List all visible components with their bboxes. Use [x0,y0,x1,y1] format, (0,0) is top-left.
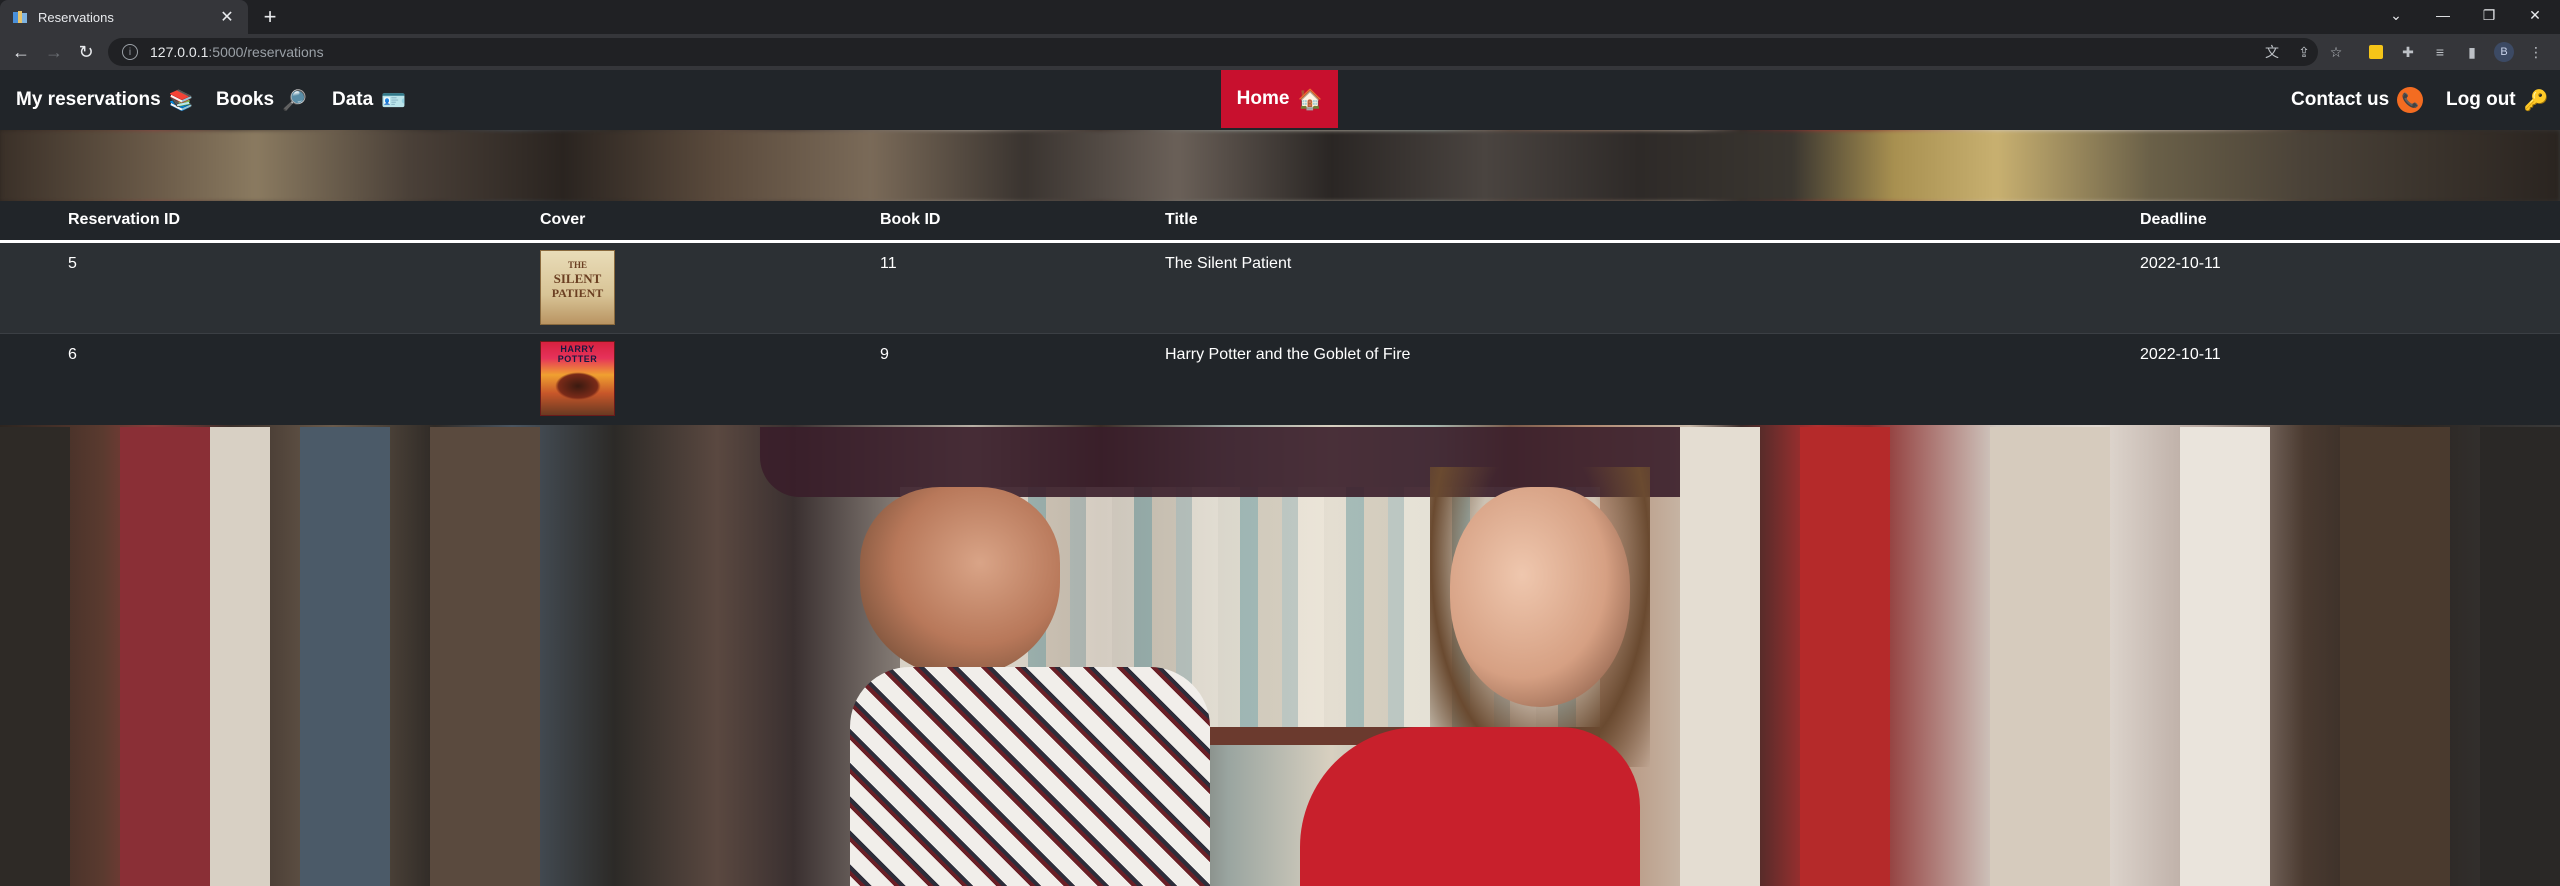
site-info-icon[interactable]: i [122,44,138,60]
foreground-book-image [430,427,540,886]
nav-books-label: Books [216,89,275,110]
minimize-window-button[interactable]: — [2420,0,2466,30]
magnifier-icon: 🔎 [282,89,307,112]
browser-toolbar: ← → ↻ i 127.0.0.1:5000/reservations 文 ⇪ … [0,34,2560,70]
foreground-book-image [2480,427,2560,886]
phone-icon: 📞 [2397,87,2424,113]
forward-arrow-icon[interactable]: → [40,38,68,66]
url-path: :5000/reservations [208,44,324,60]
foreground-book-image [0,427,70,886]
tab-search-chevron-down-icon[interactable]: ⌄ [2373,0,2419,30]
tab-title: Reservations [38,9,114,25]
cell-cover: THE SILENT PATIENT [540,241,880,333]
cell-book-id: 9 [880,332,1165,425]
close-window-button[interactable]: ✕ [2512,0,2558,30]
foreground-book-image [1990,427,2110,886]
nav-log-out-label: Log out [2446,89,2516,110]
book-cover-image: HARRY POTTER [540,340,615,416]
profile-avatar[interactable]: B [2494,42,2514,62]
man-face-image [860,487,1060,677]
cell-book-id: 11 [880,254,897,272]
share-icon[interactable]: ⇪ [2294,42,2314,62]
close-tab-icon[interactable]: ✕ [218,8,236,26]
nav-data[interactable]: Data 🪪 [332,70,406,130]
cell-deadline: 2022-10-11 [2140,332,2560,425]
foreground-book-image [2180,427,2270,886]
foreground-book-image [120,427,210,886]
reading-list-icon[interactable]: ≡ [2430,42,2450,62]
books-stack-icon: 📚 [168,89,194,112]
back-arrow-icon[interactable]: ← [7,38,35,66]
nav-books[interactable]: Books 🔎 [216,70,307,130]
nav-contact-us[interactable]: Contact us 📞 [2291,70,2424,130]
woman-shirt-image [1300,727,1640,886]
address-bar[interactable]: i 127.0.0.1:5000/reservations [108,38,2318,66]
table-row: 6 HARRY POTTER 9 Harry Potter and the Go… [0,332,2560,425]
extension-badge-icon[interactable] [2366,42,2386,62]
header-title: Title [1165,201,2140,243]
nav-home[interactable]: Home 🏠 [1221,70,1338,128]
browser-tabstrip: Reservations ✕ + ⌄ — ❐ ✕ [0,0,2560,34]
nav-contact-us-label: Contact us [2291,89,2390,110]
books-favicon-icon [12,9,28,25]
table-row: 5 THE SILENT PATIENT 11 The Silent Patie… [0,241,2560,333]
browser-menu-icon[interactable]: ⋮ [2526,42,2546,62]
extensions-puzzle-icon[interactable]: ✚ [2398,42,2418,62]
hero-background-photo [0,427,2560,886]
id-card-icon: 🪪 [381,89,407,112]
reservations-table-container: Reservation ID Cover Book ID Title Deadl… [0,201,2560,425]
foreground-book-image [300,427,390,886]
foreground-book-image [1680,427,1760,886]
nav-home-label: Home [1236,88,1290,109]
translate-icon[interactable]: 文 [2262,42,2282,62]
table-header-row: Reservation ID Cover Book ID Title Deadl… [0,201,2560,243]
cell-reservation-id: 6 [0,332,540,425]
book-cover-image: THE SILENT PATIENT [540,249,615,325]
cell-title: The Silent Patient [1165,254,1292,272]
nav-my-reservations[interactable]: My reservations 📚 [16,70,194,130]
foreground-book-image [2340,427,2450,886]
foreground-book-image [1800,427,1890,886]
man-shirt-image [850,667,1210,886]
nav-log-out[interactable]: Log out 🔑 [2446,70,2549,130]
nav-my-reservations-label: My reservations [16,89,161,110]
page-viewport: My reservations 📚 Books 🔎 Data 🪪 Home 🏠 … [0,70,2560,886]
new-tab-button[interactable]: + [258,4,282,29]
browser-tab[interactable]: Reservations ✕ [0,0,248,34]
header-deadline: Deadline [2140,201,2560,243]
header-reservation-id: Reservation ID [0,201,540,243]
foreground-book-image [210,427,270,886]
restore-window-button[interactable]: ❐ [2466,0,2512,30]
cell-deadline: 2022-10-11 [2140,254,2221,272]
nav-data-label: Data [332,89,374,110]
main-navbar: My reservations 📚 Books 🔎 Data 🪪 Home 🏠 … [0,70,2560,130]
header-book-id: Book ID [880,201,1165,243]
cell-reservation-id: 5 [68,254,77,272]
header-background-image [0,130,2560,202]
house-icon: 🏠 [1297,88,1323,111]
bookmark-star-icon[interactable]: ☆ [2326,42,2346,62]
cell-cover: HARRY POTTER [540,332,880,425]
header-cover: Cover [540,201,880,243]
key-icon: 🔑 [2523,89,2549,112]
woman-face-image [1450,487,1630,707]
reload-icon[interactable]: ↻ [72,38,100,66]
cell-title: Harry Potter and the Goblet of Fire [1165,332,2140,425]
side-panel-icon[interactable]: ▮ [2462,42,2482,62]
url-host: 127.0.0.1 [150,44,209,60]
reservations-table: Reservation ID Cover Book ID Title Deadl… [0,201,2560,425]
